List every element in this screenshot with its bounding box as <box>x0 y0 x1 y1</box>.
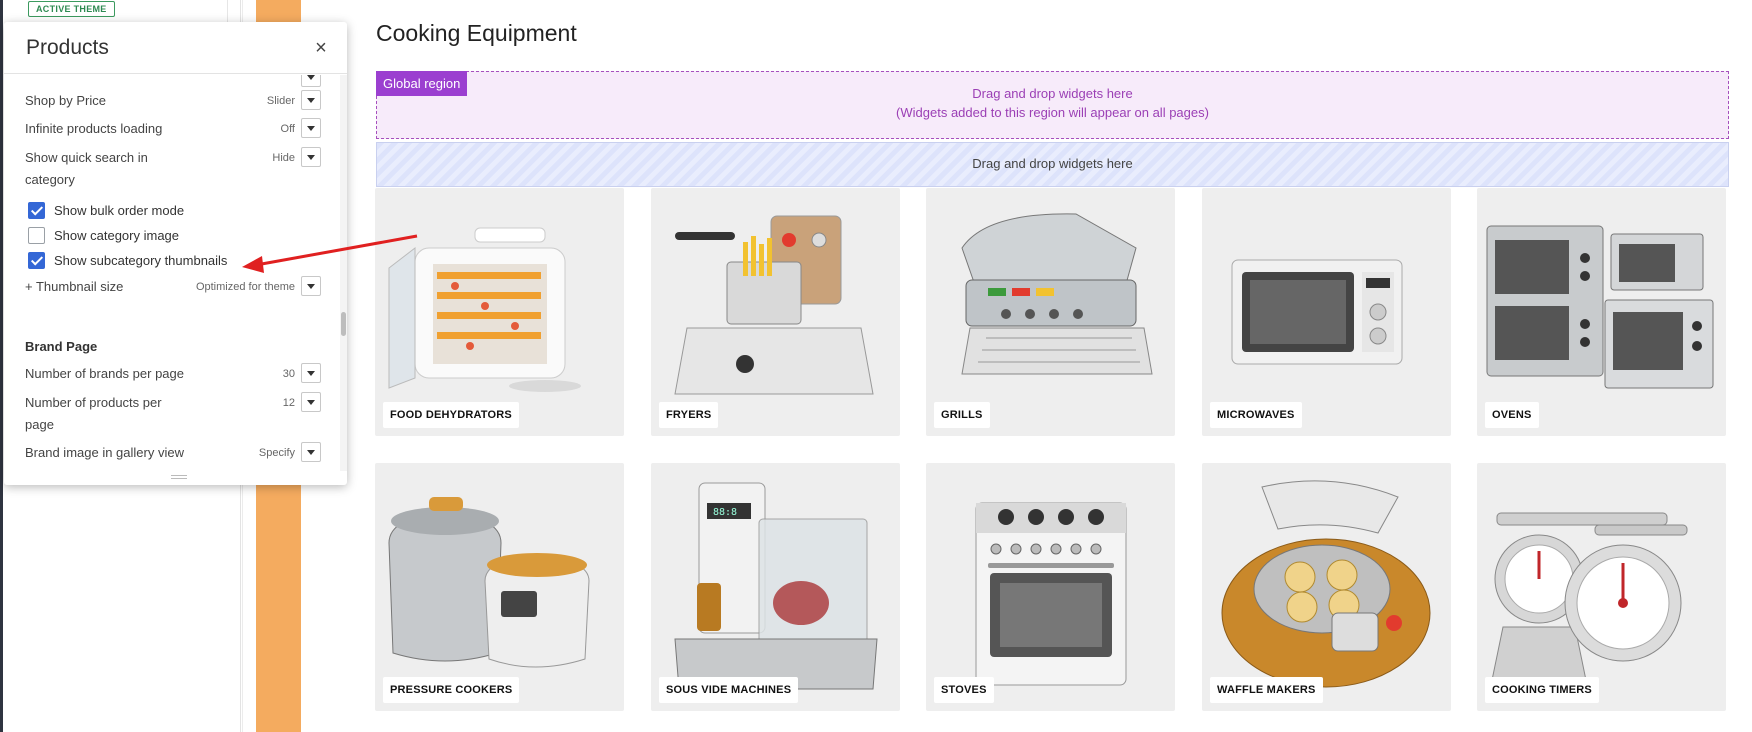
close-icon[interactable]: × <box>311 38 331 58</box>
setting-value: Off <box>280 123 295 135</box>
category-label: OVENS <box>1485 402 1539 428</box>
cooking-timer-image <box>1490 512 1688 686</box>
category-tile[interactable]: PRESSURE COOKERS <box>375 463 624 711</box>
dropdown-arrow-icon[interactable] <box>301 276 321 296</box>
microwave-image <box>1231 259 1403 365</box>
page-title: Cooking Equipment <box>376 20 577 46</box>
setting-label: Infinite products loading <box>25 121 163 136</box>
panel-header: Products × <box>4 22 347 74</box>
setting-value: Optimized for theme <box>195 281 295 293</box>
category-tile[interactable]: FRYERS <box>651 188 900 436</box>
dropdown-arrow-icon[interactable] <box>301 75 321 87</box>
setting-label: + Thumbnail size <box>25 279 124 294</box>
dropdown-arrow-icon[interactable] <box>301 90 321 110</box>
dropdown-arrow-icon[interactable] <box>301 392 321 412</box>
setting-products-per-page[interactable]: Number of products per page 12 <box>25 392 321 436</box>
checkbox-unchecked[interactable] <box>28 227 45 244</box>
category-label: FRYERS <box>659 402 719 428</box>
category-label: SOUS VIDE MACHINES <box>659 677 799 703</box>
checkbox-checked[interactable] <box>28 252 45 269</box>
checkbox-label: Show bulk order mode <box>54 203 185 218</box>
sous-vide-image: 88:8 <box>674 482 878 690</box>
setting-quick-search[interactable]: Show quick search in category Hide <box>25 147 321 191</box>
panel-body: Shop by Price Slider Infinite products l… <box>4 75 340 471</box>
panel-scrollbar-track[interactable] <box>340 75 347 471</box>
category-tile[interactable]: FOOD DEHYDRATORS <box>375 188 624 436</box>
category-tile[interactable]: MICROWAVES <box>1202 188 1451 436</box>
dropdown-arrow-icon[interactable] <box>301 363 321 383</box>
category-label: PRESSURE COOKERS <box>383 677 520 703</box>
oven-image <box>1486 225 1714 389</box>
stove-image <box>975 502 1127 686</box>
setting-label: Shop by Price <box>25 93 106 108</box>
setting-value: Slider <box>266 95 295 107</box>
active-theme-badge: ACTIVE THEME <box>28 1 115 17</box>
category-tile[interactable]: GRILLS <box>926 188 1175 436</box>
setting-label: Brand image in gallery view <box>25 445 184 460</box>
setting-value: 30 <box>282 368 295 380</box>
category-label: GRILLS <box>934 402 990 428</box>
panel-title: Products <box>26 36 109 59</box>
global-region-hint: Drag and drop widgets here <box>972 86 1133 101</box>
category-tile[interactable]: COOKING TIMERS <box>1477 463 1726 711</box>
waffle-maker-image <box>1221 480 1431 688</box>
setting-value: Specify <box>258 447 295 459</box>
category-tile[interactable]: WAFFLE MAKERS <box>1202 463 1451 711</box>
dropdown-arrow-icon[interactable] <box>301 147 321 167</box>
category-tile[interactable]: STOVES <box>926 463 1175 711</box>
food-dehydrator-image <box>388 227 581 392</box>
checkbox-checked[interactable] <box>28 202 45 219</box>
pressure-cooker-image <box>388 497 590 668</box>
category-tile[interactable]: OVENS <box>1477 188 1726 436</box>
setting-label: Number of products per page <box>25 395 162 432</box>
products-settings-panel: Products × Shop by Price Slider Infinite… <box>4 22 347 485</box>
category-label: COOKING TIMERS <box>1485 677 1599 703</box>
setting-label: Number of brands per page <box>25 366 184 381</box>
resize-grip-icon[interactable] <box>171 475 187 479</box>
checkbox-label: Show category image <box>54 228 180 243</box>
setting-label: Show quick search in category <box>25 150 148 187</box>
drop-region-hint: Drag and drop widgets here <box>972 156 1133 171</box>
global-region-note: (Widgets added to this region will appea… <box>896 105 1209 120</box>
fryer-image <box>674 215 874 395</box>
dropdown-arrow-icon[interactable] <box>301 118 321 138</box>
panel-scrollbar-thumb[interactable] <box>341 312 346 336</box>
checkbox-label: Show subcategory thumbnails <box>54 253 228 268</box>
sidebar-edge <box>0 0 3 732</box>
category-label: WAFFLE MAKERS <box>1210 677 1323 703</box>
category-label: MICROWAVES <box>1210 402 1302 428</box>
svg-text:88:8: 88:8 <box>713 507 737 518</box>
grill-image <box>961 213 1153 375</box>
brand-page-heading: Brand Page <box>25 339 98 354</box>
category-label: STOVES <box>934 677 994 703</box>
setting-value: 12 <box>282 397 295 409</box>
category-label: FOOD DEHYDRATORS <box>383 402 519 428</box>
setting-value: Hide <box>272 152 295 164</box>
dropdown-arrow-icon[interactable] <box>301 442 321 462</box>
category-tile[interactable]: 88:8 SOUS VIDE MACHINES <box>651 463 900 711</box>
